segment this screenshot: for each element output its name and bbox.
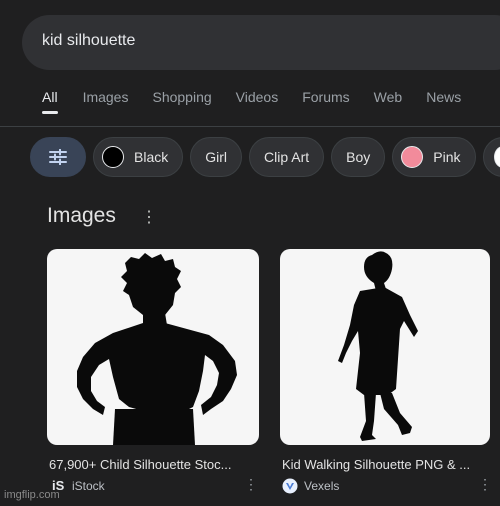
result-menu-icon-1[interactable]: ⋮ [244,476,258,493]
tabs-divider [0,126,500,127]
result-source-2[interactable]: Vexels [282,478,339,494]
pink-swatch-icon [401,146,424,168]
tune-icon [49,149,67,165]
white-swatch-icon [493,146,500,168]
tab-shopping[interactable]: Shopping [152,89,211,105]
result-source-1[interactable]: iS iStock [52,478,105,493]
tab-news[interactable]: News [426,89,461,105]
tab-forums[interactable]: Forums [302,89,349,105]
result-caption-1[interactable]: 67,900+ Child Silhouette Stoc... [49,457,231,472]
chip-boy[interactable]: Boy [331,137,386,177]
result-menu-icon-2[interactable]: ⋮ [478,476,492,493]
chip-boy-label: Boy [346,149,371,165]
chip-pink[interactable]: Pink [392,137,476,177]
result-source-name-2: Vexels [304,479,340,493]
chip-girl[interactable]: Girl [190,137,243,177]
chip-black-label: Black [134,149,169,165]
search-tabs: All Images Shopping Videos Forums Web Ne… [42,89,461,114]
images-section-title: Images [47,204,116,227]
more-options-icon[interactable]: ⋮ [141,207,157,227]
result-caption-2[interactable]: Kid Walking Silhouette PNG & ... [282,457,470,472]
chip-black[interactable]: Black [93,137,184,177]
filter-chips: Black Girl Clip Art Boy Pink [30,137,500,177]
walking-kid-silhouette-image [338,251,418,441]
vexels-logo-icon [282,478,298,494]
tab-images[interactable]: Images [83,89,129,105]
search-input[interactable]: kid silhouette [42,32,135,50]
black-swatch-icon [102,146,124,168]
chip-clip-art-label: Clip Art [264,149,310,165]
result-image-2[interactable] [280,249,490,445]
result-source-name-1: iStock [72,478,105,493]
chip-girl-label: Girl [205,149,228,165]
imgflip-watermark: imgflip.com [4,489,60,501]
tab-videos[interactable]: Videos [236,89,279,105]
chip-more-color[interactable] [482,137,500,177]
filter-settings-button[interactable] [30,137,86,177]
chip-clip-art[interactable]: Clip Art [249,137,325,177]
result-image-1[interactable] [47,249,259,445]
tab-web[interactable]: Web [374,89,403,105]
chip-pink-label: Pink [433,149,461,165]
tab-all[interactable]: All [42,89,58,114]
child-silhouette-image [77,253,237,445]
search-bar[interactable]: kid silhouette [22,15,500,70]
